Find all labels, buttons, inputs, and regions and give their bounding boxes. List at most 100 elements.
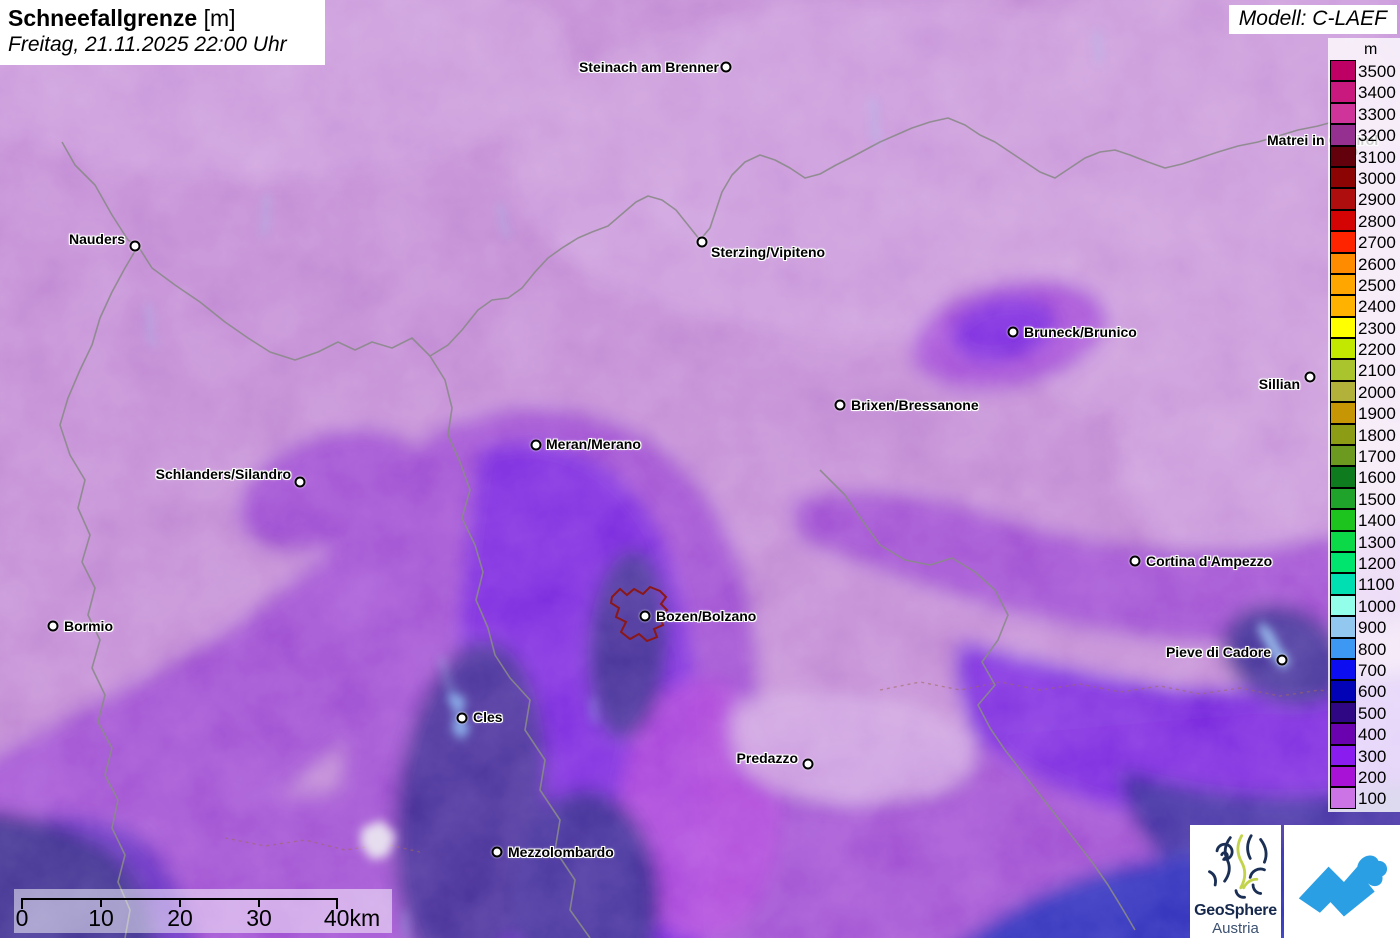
- legend-swatch: [1330, 60, 1356, 82]
- legend-swatch: [1330, 637, 1356, 659]
- map-title-line: Schneefallgrenze [m]: [8, 4, 313, 32]
- legend-value: 900: [1358, 618, 1387, 638]
- legend-value: 1300: [1358, 532, 1396, 552]
- legend-swatch: [1330, 295, 1356, 317]
- city-label: Bormio: [64, 618, 113, 634]
- city-label: Nauders: [68, 231, 125, 247]
- legend-entry: 1700: [1330, 445, 1400, 467]
- legend-entry: 1000: [1330, 594, 1400, 617]
- legend-value: 2800: [1358, 211, 1396, 231]
- legend-entry: 3500: [1330, 60, 1400, 82]
- model-label: Modell: C-LAEF: [1238, 7, 1387, 30]
- legend-entry: 1900: [1330, 402, 1400, 424]
- legend-value: 2100: [1358, 361, 1396, 381]
- legend-entry: 1400: [1330, 509, 1400, 531]
- legend-value: 1400: [1358, 511, 1396, 531]
- legend-entry: 2300: [1330, 316, 1400, 339]
- legend-swatch: [1330, 680, 1356, 702]
- legend-value: 700: [1358, 660, 1387, 680]
- legend-value: 2400: [1358, 297, 1396, 317]
- legend-entry: 3400: [1330, 81, 1400, 103]
- city-marker: [696, 236, 708, 248]
- scalebar-label: 20: [167, 905, 193, 931]
- geosphere-contour-icon: [1207, 834, 1268, 899]
- legend-entry: 400: [1330, 723, 1400, 745]
- legend-swatch: [1330, 209, 1356, 232]
- legend-swatch: [1330, 423, 1356, 446]
- legend-entry: 2500: [1330, 273, 1400, 296]
- title-box: Schneefallgrenze [m] Freitag, 21.11.2025…: [0, 0, 325, 65]
- scalebar-label: 30: [246, 905, 272, 931]
- legend-entry: 100: [1330, 787, 1400, 809]
- legend-swatch: [1330, 338, 1356, 360]
- legend-swatch: [1330, 188, 1356, 210]
- legend-value: 3300: [1358, 104, 1396, 124]
- legend-swatch: [1330, 402, 1356, 424]
- legend-swatch: [1330, 573, 1356, 595]
- legend-swatch: [1330, 487, 1356, 510]
- city-label: Sillian: [1258, 376, 1300, 392]
- legend-swatch: [1330, 102, 1356, 125]
- city-label: Sterzing/Vipiteno: [711, 244, 826, 260]
- legend-value: 2900: [1358, 190, 1396, 210]
- legend-swatch: [1330, 466, 1356, 488]
- legend-entry: 1500: [1330, 487, 1400, 510]
- city-marker: [1304, 371, 1316, 383]
- legend-swatch: [1330, 701, 1356, 724]
- city-label: Cortina d'Ampezzo: [1146, 553, 1273, 569]
- city-marker: [530, 439, 542, 451]
- scalebar-label: 40km: [323, 905, 381, 931]
- legend-value: 600: [1358, 682, 1387, 702]
- scalebar-label: 0: [15, 905, 29, 931]
- city-marker: [802, 758, 814, 770]
- legend-entry: 2600: [1330, 252, 1400, 275]
- legend-swatch: [1330, 744, 1356, 766]
- legend-entry: 2800: [1330, 209, 1400, 232]
- city-marker: [1129, 555, 1141, 567]
- legend-value: 2700: [1358, 233, 1396, 253]
- city-marker: [720, 61, 732, 73]
- city-marker: [1007, 326, 1019, 338]
- legend-value: 100: [1358, 789, 1387, 809]
- legend-value: 1900: [1358, 404, 1396, 424]
- legend-swatch: [1330, 616, 1356, 638]
- legend-swatch: [1330, 530, 1356, 552]
- legend-entry: 2900: [1330, 188, 1400, 210]
- city-marker: [1276, 654, 1288, 666]
- city-marker: [639, 610, 651, 622]
- legend-value: 2600: [1358, 254, 1396, 274]
- legend-entry: 2100: [1330, 359, 1400, 381]
- model-box: Modell: C-LAEF: [1228, 5, 1397, 34]
- legend-swatch: [1330, 658, 1356, 681]
- legend-value: 200: [1358, 767, 1387, 787]
- legend-swatch: [1330, 765, 1356, 788]
- geosphere-logo: GeoSphere Austria: [1190, 825, 1281, 938]
- legend-value: 2500: [1358, 275, 1396, 295]
- city-marker: [47, 620, 59, 632]
- legend-entry: 3100: [1330, 145, 1400, 168]
- legend-entry: 2400: [1330, 295, 1400, 317]
- legend-swatch: [1330, 252, 1356, 274]
- legend-entry: 1300: [1330, 530, 1400, 553]
- city-label: Predazzo: [736, 750, 798, 766]
- legend-value: 500: [1358, 703, 1387, 723]
- legend-swatch: [1330, 166, 1356, 189]
- legend-value: 1600: [1358, 468, 1396, 488]
- legend-value: 300: [1358, 746, 1387, 766]
- legend-value: 1700: [1358, 447, 1396, 467]
- legend-value: 800: [1358, 639, 1387, 659]
- legend-value: 1500: [1358, 489, 1396, 509]
- city-marker: [129, 240, 141, 252]
- legend-value: 1800: [1358, 425, 1396, 445]
- geosphere-country: Austria: [1212, 920, 1259, 937]
- legend: m 3500 3400 3300 3200 3100 3000 2900 2800 2700 26…: [1328, 38, 1400, 812]
- legend-entry: 2200: [1330, 338, 1400, 360]
- legend-entry: 1800: [1330, 423, 1400, 446]
- scalebar-label: 10: [88, 905, 114, 931]
- legend-entry: 200: [1330, 765, 1400, 788]
- legend-swatch: [1330, 551, 1356, 574]
- legend-swatch: [1330, 316, 1356, 339]
- legend-swatch: [1330, 509, 1356, 531]
- legend-entry: 1600: [1330, 466, 1400, 488]
- legend-value: 400: [1358, 725, 1387, 745]
